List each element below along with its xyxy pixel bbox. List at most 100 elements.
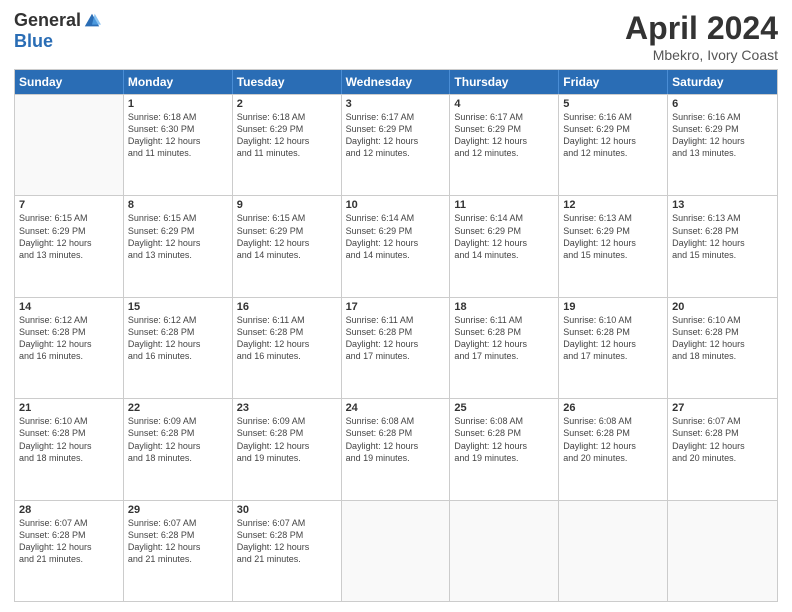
day-number: 28 [19,504,119,516]
calendar-cell [668,501,777,601]
logo-icon [83,12,101,30]
day-number: 4 [454,98,554,110]
day-number: 23 [237,402,337,414]
calendar-cell: 3Sunrise: 6:17 AMSunset: 6:29 PMDaylight… [342,95,451,195]
day-info: Sunrise: 6:18 AMSunset: 6:29 PMDaylight:… [237,111,337,160]
calendar-cell: 11Sunrise: 6:14 AMSunset: 6:29 PMDayligh… [450,196,559,296]
calendar-cell: 28Sunrise: 6:07 AMSunset: 6:28 PMDayligh… [15,501,124,601]
day-number: 21 [19,402,119,414]
day-info: Sunrise: 6:11 AMSunset: 6:28 PMDaylight:… [346,314,446,363]
day-info: Sunrise: 6:12 AMSunset: 6:28 PMDaylight:… [19,314,119,363]
day-info: Sunrise: 6:16 AMSunset: 6:29 PMDaylight:… [563,111,663,160]
calendar-cell: 23Sunrise: 6:09 AMSunset: 6:28 PMDayligh… [233,399,342,499]
day-number: 20 [672,301,773,313]
calendar-cell [450,501,559,601]
calendar-cell: 13Sunrise: 6:13 AMSunset: 6:28 PMDayligh… [668,196,777,296]
calendar-cell: 26Sunrise: 6:08 AMSunset: 6:28 PMDayligh… [559,399,668,499]
day-number: 7 [19,199,119,211]
day-number: 15 [128,301,228,313]
header: General Blue April 2024 Mbekro, Ivory Co… [14,10,778,63]
day-info: Sunrise: 6:14 AMSunset: 6:29 PMDaylight:… [346,212,446,261]
calendar-cell: 16Sunrise: 6:11 AMSunset: 6:28 PMDayligh… [233,298,342,398]
calendar-cell: 18Sunrise: 6:11 AMSunset: 6:28 PMDayligh… [450,298,559,398]
calendar-cell: 5Sunrise: 6:16 AMSunset: 6:29 PMDaylight… [559,95,668,195]
day-info: Sunrise: 6:09 AMSunset: 6:28 PMDaylight:… [237,415,337,464]
title-location: Mbekro, Ivory Coast [625,47,778,63]
day-info: Sunrise: 6:10 AMSunset: 6:28 PMDaylight:… [672,314,773,363]
calendar: SundayMondayTuesdayWednesdayThursdayFrid… [14,69,778,602]
logo: General Blue [14,10,101,52]
calendar-row: 21Sunrise: 6:10 AMSunset: 6:28 PMDayligh… [15,398,777,499]
day-info: Sunrise: 6:18 AMSunset: 6:30 PMDaylight:… [128,111,228,160]
day-info: Sunrise: 6:07 AMSunset: 6:28 PMDaylight:… [672,415,773,464]
day-info: Sunrise: 6:15 AMSunset: 6:29 PMDaylight:… [128,212,228,261]
calendar-cell: 22Sunrise: 6:09 AMSunset: 6:28 PMDayligh… [124,399,233,499]
day-number: 9 [237,199,337,211]
calendar-row: 7Sunrise: 6:15 AMSunset: 6:29 PMDaylight… [15,195,777,296]
day-number: 26 [563,402,663,414]
day-info: Sunrise: 6:15 AMSunset: 6:29 PMDaylight:… [19,212,119,261]
page: General Blue April 2024 Mbekro, Ivory Co… [0,0,792,612]
calendar-cell: 17Sunrise: 6:11 AMSunset: 6:28 PMDayligh… [342,298,451,398]
calendar-cell: 25Sunrise: 6:08 AMSunset: 6:28 PMDayligh… [450,399,559,499]
day-info: Sunrise: 6:11 AMSunset: 6:28 PMDaylight:… [237,314,337,363]
day-number: 6 [672,98,773,110]
day-info: Sunrise: 6:13 AMSunset: 6:29 PMDaylight:… [563,212,663,261]
calendar-cell: 4Sunrise: 6:17 AMSunset: 6:29 PMDaylight… [450,95,559,195]
calendar-cell: 21Sunrise: 6:10 AMSunset: 6:28 PMDayligh… [15,399,124,499]
day-number: 27 [672,402,773,414]
calendar-cell: 14Sunrise: 6:12 AMSunset: 6:28 PMDayligh… [15,298,124,398]
calendar-cell: 27Sunrise: 6:07 AMSunset: 6:28 PMDayligh… [668,399,777,499]
day-info: Sunrise: 6:08 AMSunset: 6:28 PMDaylight:… [346,415,446,464]
calendar-cell: 8Sunrise: 6:15 AMSunset: 6:29 PMDaylight… [124,196,233,296]
day-number: 5 [563,98,663,110]
day-info: Sunrise: 6:07 AMSunset: 6:28 PMDaylight:… [19,517,119,566]
day-number: 24 [346,402,446,414]
day-number: 25 [454,402,554,414]
calendar-cell: 9Sunrise: 6:15 AMSunset: 6:29 PMDaylight… [233,196,342,296]
calendar-header-cell: Monday [124,70,233,94]
day-number: 17 [346,301,446,313]
day-number: 18 [454,301,554,313]
day-info: Sunrise: 6:14 AMSunset: 6:29 PMDaylight:… [454,212,554,261]
calendar-cell: 29Sunrise: 6:07 AMSunset: 6:28 PMDayligh… [124,501,233,601]
day-number: 30 [237,504,337,516]
day-number: 29 [128,504,228,516]
calendar-header-cell: Thursday [450,70,559,94]
logo-blue: Blue [14,31,53,52]
calendar-cell: 1Sunrise: 6:18 AMSunset: 6:30 PMDaylight… [124,95,233,195]
calendar-cell: 10Sunrise: 6:14 AMSunset: 6:29 PMDayligh… [342,196,451,296]
calendar-body: 1Sunrise: 6:18 AMSunset: 6:30 PMDaylight… [15,94,777,601]
day-number: 16 [237,301,337,313]
day-info: Sunrise: 6:10 AMSunset: 6:28 PMDaylight:… [563,314,663,363]
day-number: 19 [563,301,663,313]
day-number: 10 [346,199,446,211]
calendar-row: 14Sunrise: 6:12 AMSunset: 6:28 PMDayligh… [15,297,777,398]
calendar-header-cell: Sunday [15,70,124,94]
day-info: Sunrise: 6:17 AMSunset: 6:29 PMDaylight:… [454,111,554,160]
calendar-header-cell: Friday [559,70,668,94]
day-number: 8 [128,199,228,211]
calendar-cell: 6Sunrise: 6:16 AMSunset: 6:29 PMDaylight… [668,95,777,195]
calendar-cell: 7Sunrise: 6:15 AMSunset: 6:29 PMDaylight… [15,196,124,296]
calendar-cell: 30Sunrise: 6:07 AMSunset: 6:28 PMDayligh… [233,501,342,601]
day-info: Sunrise: 6:16 AMSunset: 6:29 PMDaylight:… [672,111,773,160]
day-info: Sunrise: 6:15 AMSunset: 6:29 PMDaylight:… [237,212,337,261]
day-number: 12 [563,199,663,211]
calendar-header-cell: Saturday [668,70,777,94]
day-number: 1 [128,98,228,110]
day-info: Sunrise: 6:09 AMSunset: 6:28 PMDaylight:… [128,415,228,464]
title-month: April 2024 [625,10,778,47]
calendar-cell: 15Sunrise: 6:12 AMSunset: 6:28 PMDayligh… [124,298,233,398]
calendar-header-row: SundayMondayTuesdayWednesdayThursdayFrid… [15,70,777,94]
calendar-row: 28Sunrise: 6:07 AMSunset: 6:28 PMDayligh… [15,500,777,601]
calendar-header-cell: Wednesday [342,70,451,94]
calendar-cell [15,95,124,195]
calendar-cell: 2Sunrise: 6:18 AMSunset: 6:29 PMDaylight… [233,95,342,195]
calendar-cell [559,501,668,601]
day-info: Sunrise: 6:13 AMSunset: 6:28 PMDaylight:… [672,212,773,261]
day-number: 11 [454,199,554,211]
calendar-cell: 12Sunrise: 6:13 AMSunset: 6:29 PMDayligh… [559,196,668,296]
day-number: 14 [19,301,119,313]
logo-text: General [14,10,101,31]
